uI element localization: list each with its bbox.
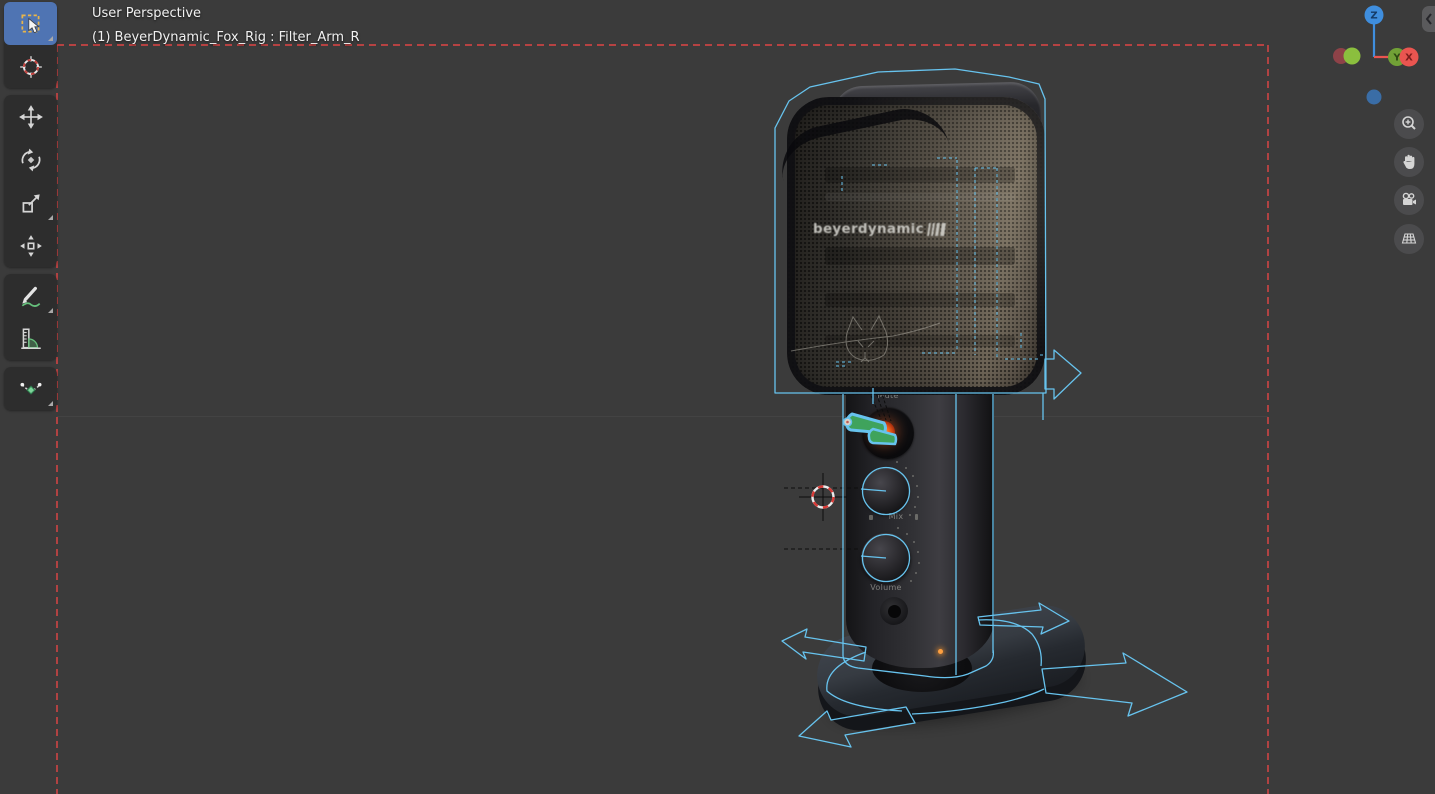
mic-mix-knob[interactable]	[863, 468, 909, 514]
mic-volume-knob[interactable]	[861, 533, 911, 583]
brand-bars-icon	[927, 223, 946, 236]
tool-rotate[interactable]	[4, 138, 57, 181]
cursor-tool-icon	[18, 54, 44, 80]
tool-transform[interactable]	[4, 224, 57, 267]
mute-led-glow	[873, 421, 895, 443]
volume-label: Volume	[862, 583, 910, 592]
axis-z-ball[interactable]: Z	[1365, 6, 1384, 25]
annotate-icon	[18, 283, 44, 309]
svg-text:X: X	[1405, 53, 1413, 64]
move-icon	[18, 104, 44, 130]
tool-cursor[interactable]	[4, 45, 57, 88]
axis-neg-y-ball[interactable]	[1344, 48, 1361, 65]
view-perspective-label: User Perspective	[92, 6, 201, 21]
svg-text:Z: Z	[1370, 11, 1377, 22]
rotate-icon	[18, 147, 44, 173]
brand-text: beyerdynamic	[813, 221, 924, 237]
tool-scale[interactable]	[4, 181, 57, 224]
jack-hole	[888, 605, 901, 618]
measure-icon	[18, 326, 44, 352]
zoom-button[interactable]	[1394, 109, 1424, 139]
sidebar-toggle-tab[interactable]	[1422, 6, 1435, 32]
scale-icon	[18, 190, 44, 216]
viewport-scene[interactable]: Mute Mix Volume beyerdynamic	[0, 0, 1435, 794]
subtool-indicator	[48, 36, 53, 41]
grid-toggle-button[interactable]	[1394, 224, 1424, 254]
hand-icon	[1400, 153, 1418, 171]
tool-move[interactable]	[4, 95, 57, 138]
chevron-left-icon	[1424, 12, 1434, 26]
transform-icon	[18, 233, 44, 259]
headphone-jack	[880, 597, 908, 625]
tool-select-box[interactable]	[4, 2, 57, 45]
pose-breakdowner-icon	[18, 376, 44, 402]
camera-icon	[1400, 191, 1418, 209]
tool-annotate[interactable]	[4, 274, 57, 317]
grid-horizon-line	[57, 416, 1268, 417]
tool-column	[4, 2, 57, 417]
tool-measure[interactable]	[4, 317, 57, 360]
mix-label: Mix	[878, 512, 914, 521]
pan-button[interactable]	[1394, 147, 1424, 177]
camera-view-button[interactable]	[1394, 185, 1424, 215]
axis-x-ball[interactable]: X	[1400, 48, 1419, 67]
select-box-icon	[18, 11, 44, 37]
subtool-indicator	[48, 401, 53, 406]
pop-filter[interactable]: beyerdynamic	[787, 97, 1045, 395]
grid-icon	[1400, 230, 1418, 248]
brand-logo: beyerdynamic	[813, 221, 945, 237]
blender-3d-viewport: Mute Mix Volume beyerdynamic	[0, 0, 1435, 794]
subtool-indicator	[48, 215, 53, 220]
subtool-indicator	[48, 308, 53, 313]
zoom-icon	[1400, 115, 1418, 133]
axis-neg-z-ball[interactable]	[1367, 90, 1382, 105]
tool-pose-breakdowner[interactable]	[4, 367, 57, 410]
active-object-label: (1) BeyerDynamic_Fox_Rig : Filter_Arm_R	[92, 30, 360, 45]
axis-gizmo[interactable]: Y X Z	[1325, 0, 1435, 115]
power-led	[938, 649, 943, 654]
mic-mute-button[interactable]	[862, 407, 914, 459]
